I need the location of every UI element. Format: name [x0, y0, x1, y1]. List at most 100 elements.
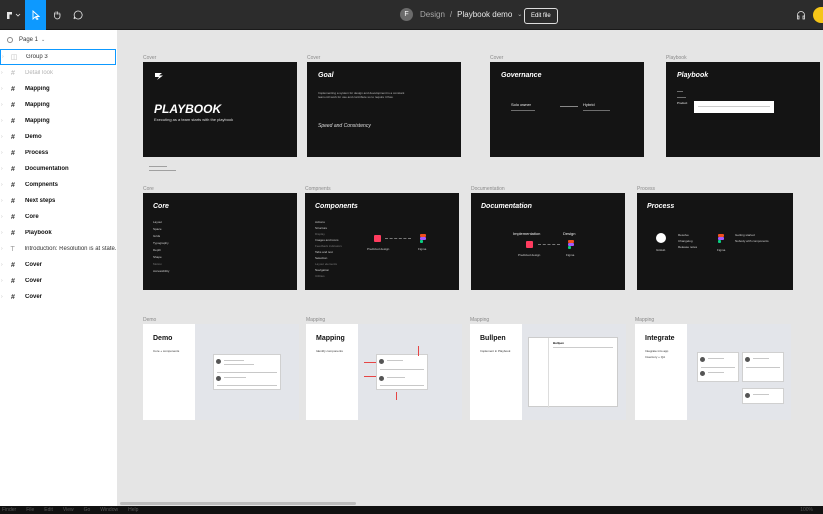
governance-arrow	[560, 106, 578, 107]
frame-list-item: Feedback indicators	[315, 244, 342, 248]
frame-cover-playbook[interactable]: PLAYBOOK Executing as a team starts with…	[143, 62, 297, 157]
frame-list-item: Getting started	[735, 233, 755, 237]
frame-list-item: Release notes	[678, 245, 698, 249]
frame-icon: #	[11, 261, 15, 269]
frame-list-item: Navigation	[315, 268, 330, 272]
governance-left-note: ▬▬▬▬▬▬▬▬	[511, 108, 535, 112]
layer-label: Mapping	[25, 118, 50, 124]
breadcrumb-project[interactable]: Design	[420, 10, 445, 19]
frame-label-process[interactable]: Process	[637, 186, 655, 192]
horizontal-scrollbar[interactable]	[120, 502, 356, 505]
frame-label-mapping[interactable]: Mapping	[470, 317, 489, 323]
process-title: Process	[647, 203, 675, 210]
layer-item[interactable]: › # Mapping	[0, 97, 117, 113]
frame-documentation[interactable]: Documentation Implementation Design Pred…	[471, 193, 625, 290]
layer-item[interactable]: › # Playbook	[0, 225, 117, 241]
frame-label-playbook[interactable]: Playbook	[666, 55, 687, 61]
headphones-icon[interactable]	[796, 10, 806, 20]
frame-label-core[interactable]: Core	[143, 186, 154, 192]
main-menu-button[interactable]	[3, 0, 25, 30]
expand-chevron-icon[interactable]: ›	[0, 294, 8, 300]
expand-chevron-icon[interactable]: ›	[0, 118, 8, 124]
frame-mapping-identify[interactable]: Mapping Identify components	[306, 324, 462, 420]
expand-chevron-icon[interactable]: ›	[0, 134, 8, 140]
layer-label: Process	[25, 150, 49, 156]
playbook-title: Playbook	[677, 72, 709, 79]
layer-label: Cover	[25, 278, 43, 284]
page-selector[interactable]: Page 1 ⌄	[0, 30, 117, 49]
layer-item[interactable]: › # Detail look	[0, 65, 117, 81]
expand-chevron-icon[interactable]: ›	[0, 230, 8, 236]
edit-file-button[interactable]: Edit file	[524, 8, 558, 24]
expand-chevron-icon[interactable]: ›	[0, 182, 8, 188]
expand-chevron-icon[interactable]: ›	[1, 54, 9, 60]
menubar-item[interactable]: Window	[100, 507, 118, 513]
frame-label-mapping[interactable]: Mapping	[306, 317, 325, 323]
menubar-item[interactable]: File	[26, 507, 34, 513]
expand-chevron-icon[interactable]: ›	[0, 102, 8, 108]
layer-item[interactable]: › # Cover	[0, 257, 117, 273]
frame-label-cover[interactable]: Cover	[490, 55, 503, 61]
frame-label-mapping[interactable]: Mapping	[635, 317, 654, 323]
frame-mapping-bullpen[interactable]: Bullpen Implement in Playbook Bullpen	[470, 324, 626, 420]
chevron-down-icon[interactable]: ⌄	[517, 11, 522, 18]
frame-label-components[interactable]: Compnents	[305, 186, 331, 192]
expand-chevron-icon[interactable]: ›	[0, 150, 8, 156]
file-name[interactable]: Playbook demo	[457, 10, 512, 19]
frame-playbook[interactable]: Playbook ▬▬ ▬▬▬ Product	[666, 62, 820, 157]
expand-chevron-icon[interactable]: ›	[0, 246, 8, 252]
frame-label-cover[interactable]: Cover	[307, 55, 320, 61]
frame-label-cover[interactable]: Cover	[143, 55, 156, 61]
layer-item[interactable]: › # Cover	[0, 273, 117, 289]
team-avatar[interactable]: F	[400, 8, 413, 21]
zoom-level[interactable]: 100%	[800, 507, 813, 513]
figma-icon	[420, 234, 426, 243]
frame-icon: #	[11, 69, 15, 77]
expand-chevron-icon[interactable]: ›	[0, 198, 8, 204]
layer-item[interactable]: › T Introduction: Resolution is at state..…	[0, 241, 117, 257]
expand-chevron-icon[interactable]: ›	[0, 262, 8, 268]
frame-list-item: Grids	[153, 234, 161, 238]
layer-item[interactable]: › ◫ Group 3	[0, 49, 116, 65]
layer-item[interactable]: › # Mapping	[0, 81, 117, 97]
breadcrumb-separator: /	[449, 10, 453, 19]
hand-tool-button[interactable]	[46, 0, 67, 30]
expand-chevron-icon[interactable]: ›	[0, 278, 8, 284]
menubar-item[interactable]: Go	[84, 507, 91, 513]
user-avatar[interactable]	[813, 7, 823, 23]
menubar-item[interactable]: View	[63, 507, 74, 513]
layer-item[interactable]: › # Core	[0, 209, 117, 225]
layer-item[interactable]: › # Process	[0, 145, 117, 161]
layer-item[interactable]: › # Demo	[0, 129, 117, 145]
menubar-item[interactable]: Finder	[2, 507, 16, 513]
layer-item[interactable]: › # Compnents	[0, 177, 117, 193]
frame-demo[interactable]: Demo Core + components	[143, 324, 299, 420]
frame-components[interactable]: Components Actions Structure Display Images…	[305, 193, 459, 290]
menubar-item[interactable]: Edit	[44, 507, 53, 513]
goal-footer: Speed and Consistency	[318, 123, 371, 129]
layer-item[interactable]: › # Next steps	[0, 193, 117, 209]
frame-list-item: Changelog	[678, 239, 693, 243]
table-row	[698, 106, 770, 107]
move-tool-button[interactable]	[25, 0, 46, 30]
playbook-item: ▬▬	[677, 89, 683, 93]
layer-item[interactable]: › # Documentation	[0, 161, 117, 177]
frame-cover-governance[interactable]: Governance Solo owner ▬▬▬▬▬▬▬▬ Hybrid ▬▬…	[490, 62, 644, 157]
expand-chevron-icon[interactable]: ›	[0, 214, 8, 220]
frame-cover-goal[interactable]: Goal Implementing a system for design an…	[307, 62, 461, 157]
playbook-logo-icon	[155, 73, 163, 80]
comment-tool-button[interactable]	[67, 0, 88, 30]
expand-chevron-icon[interactable]: ›	[0, 70, 8, 76]
frame-label-demo[interactable]: Demo	[143, 317, 156, 323]
menubar-item[interactable]: Help	[128, 507, 138, 513]
expand-chevron-icon[interactable]: ›	[0, 166, 8, 172]
frame-core[interactable]: Core Layout Space Grids Typography Depth Shap…	[143, 193, 297, 290]
frame-mapping-integrate[interactable]: Integrate Integrate into app Inventory +…	[635, 324, 791, 420]
design-canvas[interactable]: Cover PLAYBOOK Executing as a team start…	[118, 30, 823, 506]
layer-item[interactable]: › # Mapping	[0, 113, 117, 129]
expand-chevron-icon[interactable]: ›	[0, 86, 8, 92]
layer-item[interactable]: › # Cover	[0, 289, 117, 305]
frame-label-documentation[interactable]: Documentation	[471, 186, 505, 192]
frame-process[interactable]: Process Resolve Changelog Release notes Ge…	[637, 193, 793, 290]
components-figma: Figma	[418, 247, 427, 251]
